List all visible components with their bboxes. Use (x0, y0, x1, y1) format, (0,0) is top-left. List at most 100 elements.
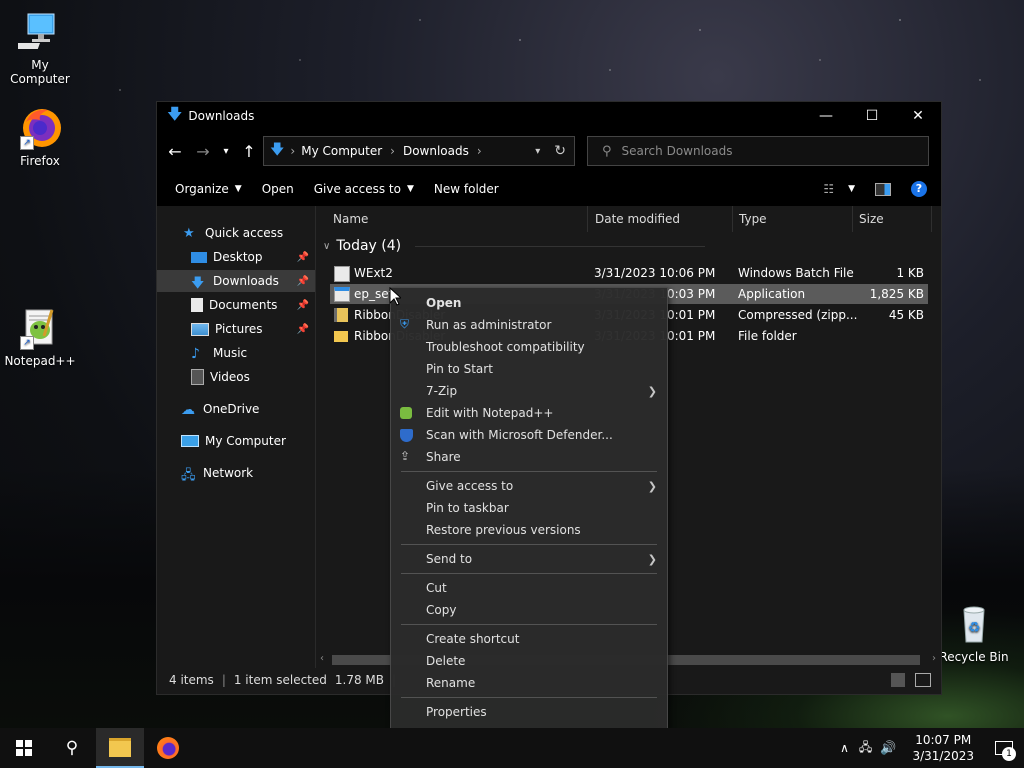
application-icon (334, 287, 350, 302)
view-options-button[interactable]: ☷ ▼ (813, 172, 865, 206)
column-header-type[interactable]: Type (739, 206, 767, 232)
menu-item-properties[interactable]: Properties (391, 701, 667, 723)
new-folder-button[interactable]: New folder (424, 172, 509, 206)
pin-icon[interactable]: 📌 (297, 300, 309, 311)
menu-item-open[interactable]: Open (391, 292, 667, 314)
address-history-chevron-icon[interactable]: ▾ (535, 146, 540, 157)
pin-icon[interactable]: 📌 (297, 276, 309, 287)
menu-item-scan-defender[interactable]: Scan with Microsoft Defender... (391, 424, 667, 446)
address-bar[interactable]: 🡇 › My Computer › Downloads › ▾ ↻ (263, 136, 575, 166)
menu-item-share[interactable]: ⇪ Share (391, 446, 667, 468)
desktop-icon-firefox[interactable]: ↗ Firefox (0, 106, 80, 168)
menu-item-label: Pin to Start (426, 362, 493, 376)
table-row[interactable]: WExt2 3/31/2023 10:06 PM Windows Batch F… (330, 263, 928, 283)
menu-item-delete[interactable]: Delete (391, 650, 667, 672)
scroll-right-icon[interactable]: › (932, 653, 936, 664)
column-header-name[interactable]: Name (333, 206, 368, 232)
caret-down-icon: ▼ (406, 184, 414, 194)
desktop-icon-label: Firefox (20, 154, 60, 168)
menu-item-edit-notepad[interactable]: Edit with Notepad++ (391, 402, 667, 424)
start-button[interactable] (0, 728, 48, 768)
menu-item-7zip[interactable]: 7-Zip ❯ (391, 380, 667, 402)
notification-center-button[interactable]: 1 (984, 728, 1024, 768)
open-button[interactable]: Open (252, 172, 304, 206)
nav-item-downloads[interactable]: 🡇 Downloads 📌 (157, 270, 315, 292)
column-divider[interactable] (852, 206, 853, 232)
menu-item-troubleshoot[interactable]: Troubleshoot compatibility (391, 336, 667, 358)
menu-item-pin-to-start[interactable]: Pin to Start (391, 358, 667, 380)
menu-item-label: Create shortcut (426, 632, 520, 646)
close-button[interactable]: ✕ (895, 102, 941, 130)
menu-item-give-access[interactable]: Give access to ❯ (391, 475, 667, 497)
menu-item-pin-to-taskbar[interactable]: Pin to taskbar (391, 497, 667, 519)
preview-pane-button[interactable] (865, 172, 901, 206)
forward-arrow-icon[interactable]: → (189, 136, 217, 166)
group-header-today[interactable]: ∨ Today (4) (323, 238, 706, 254)
nav-item-documents[interactable]: Documents 📌 (157, 294, 315, 316)
give-access-button[interactable]: Give access to ▼ (304, 172, 424, 206)
nav-item-label: Pictures (215, 322, 263, 336)
title-bar[interactable]: 🡇 Downloads — ☐ ✕ (157, 102, 941, 130)
column-divider[interactable] (587, 206, 588, 232)
nav-item-music[interactable]: ♪ Music (157, 342, 315, 364)
organize-button[interactable]: Organize ▼ (165, 172, 252, 206)
clock[interactable]: 10:07 PM 3/31/2023 (902, 732, 984, 764)
taskbar-firefox[interactable] (144, 728, 192, 768)
organize-label: Organize (175, 182, 229, 196)
menu-separator (401, 544, 657, 545)
menu-item-label: 7-Zip (426, 384, 458, 398)
menu-item-cut[interactable]: Cut (391, 577, 667, 599)
search-button[interactable]: ⚲ (48, 728, 96, 768)
nav-item-quick-access[interactable]: ★ Quick access (157, 222, 315, 244)
chevron-down-icon: ∨ (323, 240, 331, 252)
up-arrow-icon[interactable]: ↑ (235, 136, 263, 166)
menu-item-copy[interactable]: Copy (391, 599, 667, 621)
menu-item-run-as-administrator[interactable]: ⛨ Run as administrator (391, 314, 667, 336)
pin-icon[interactable]: 📌 (297, 324, 309, 335)
nav-item-label: Desktop (213, 250, 263, 264)
desktop-icon-my-computer[interactable]: My Computer (0, 10, 80, 86)
nav-item-pictures[interactable]: Pictures 📌 (157, 318, 315, 340)
recent-locations-chevron-icon[interactable]: ▾ (217, 136, 235, 166)
window-title: Downloads (188, 109, 255, 123)
help-button[interactable]: ? (901, 172, 937, 206)
minimize-button[interactable]: — (803, 102, 849, 130)
column-header-date[interactable]: Date modified (595, 206, 680, 232)
breadcrumb-chevron-icon: › (290, 144, 296, 158)
nav-item-network[interactable]: 🖧 Network (157, 462, 315, 484)
menu-item-create-shortcut[interactable]: Create shortcut (391, 628, 667, 650)
desktop-icon-notepad-plus-plus[interactable]: ↗ Notepad++ (0, 306, 80, 368)
mouse-pointer-icon (389, 287, 401, 306)
nav-item-my-computer[interactable]: My Computer (157, 430, 315, 452)
details-view-toggle-icon[interactable] (891, 673, 905, 687)
maximize-button[interactable]: ☐ (849, 102, 895, 130)
column-divider[interactable] (931, 206, 932, 232)
refresh-icon[interactable]: ↻ (554, 143, 566, 159)
download-arrow-icon: 🡇 (270, 142, 285, 158)
column-header-size[interactable]: Size (859, 206, 884, 232)
file-date: 3/31/2023 10:06 PM (594, 266, 716, 280)
menu-item-send-to[interactable]: Send to ❯ (391, 548, 667, 570)
breadcrumb-downloads[interactable]: Downloads (403, 144, 469, 158)
taskbar-file-explorer[interactable] (96, 728, 144, 768)
back-arrow-icon[interactable]: ← (161, 136, 189, 166)
nav-item-desktop[interactable]: Desktop 📌 (157, 246, 315, 268)
svg-text:♻: ♻ (968, 620, 981, 636)
nav-item-onedrive[interactable]: ☁ OneDrive (157, 398, 315, 420)
menu-item-label: Send to (426, 552, 473, 566)
search-input[interactable]: ⚲ Search Downloads (587, 136, 929, 166)
network-icon[interactable]: 🖧 (859, 738, 872, 759)
menu-item-rename[interactable]: Rename (391, 672, 667, 694)
show-hidden-icons-chevron-icon[interactable]: ∧ (840, 741, 849, 755)
breadcrumb-my-computer[interactable]: My Computer (301, 144, 382, 158)
desktop-icon-recycle-bin[interactable]: ♻ Recycle Bin (934, 602, 1014, 664)
large-icons-view-toggle-icon[interactable] (915, 673, 931, 687)
desktop-icon-label: My Computer (10, 58, 70, 86)
volume-icon[interactable]: 🔊 (880, 741, 896, 756)
menu-item-restore-versions[interactable]: Restore previous versions (391, 519, 667, 541)
scroll-left-icon[interactable]: ‹ (320, 653, 324, 664)
recycle-bin-icon: ♻ (952, 602, 996, 646)
nav-item-videos[interactable]: Videos (157, 366, 315, 388)
column-divider[interactable] (732, 206, 733, 232)
pin-icon[interactable]: 📌 (297, 252, 309, 263)
